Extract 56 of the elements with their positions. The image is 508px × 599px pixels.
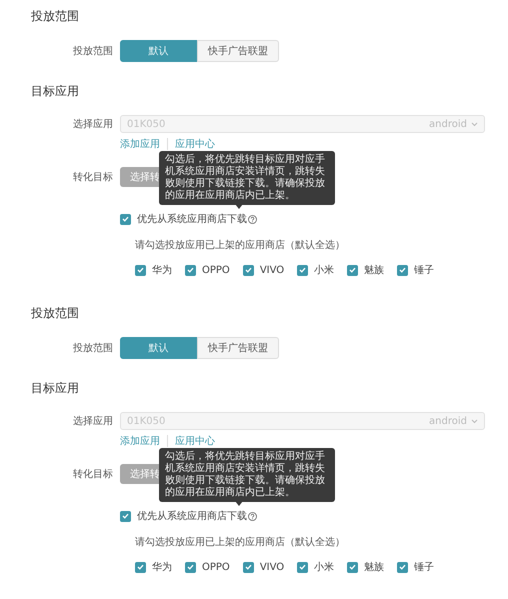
segment-option[interactable]: 快手广告联盟 <box>197 337 279 359</box>
section-title: 投放范围 <box>31 305 80 321</box>
checkbox-label: 小米 <box>314 264 334 277</box>
field-label: 选择应用 <box>72 414 113 428</box>
checkbox-label: 华为 <box>152 560 172 574</box>
checkbox[interactable] <box>185 562 196 572</box>
field-label: 投放范围 <box>72 44 113 58</box>
checkbox[interactable] <box>347 562 358 572</box>
field-label: 转化目标 <box>72 468 113 481</box>
hint-text: 请勾选投放应用已上架的应用商店（默认全选） <box>135 536 345 549</box>
checkbox[interactable] <box>185 264 196 276</box>
segment-option[interactable]: 默认 <box>120 40 197 62</box>
hint-text: 请勾选投放应用已上架的应用商店（默认全选） <box>135 238 345 252</box>
checkbox[interactable] <box>297 264 308 276</box>
field-label: 投放范围 <box>72 342 113 355</box>
field-label: 选择应用 <box>72 118 113 131</box>
checkbox-label: 优先从系统应用商店下载 <box>137 510 247 523</box>
checkbox-label: 优先从系统应用商店下载 <box>137 212 247 226</box>
link[interactable]: 添加应用 <box>120 434 160 448</box>
help-icon[interactable] <box>248 512 257 520</box>
link[interactable]: 应用中心 <box>175 434 215 448</box>
checkbox[interactable] <box>242 562 254 572</box>
field-label: 转化目标 <box>72 170 113 184</box>
section-title: 投放范围 <box>31 8 80 24</box>
checkbox-label: VIVO <box>260 264 284 276</box>
link[interactable]: 添加应用 <box>120 137 160 151</box>
tooltip-arrow-icon <box>235 501 243 506</box>
checkbox[interactable] <box>242 264 254 276</box>
tooltip: 勾选后，将优先跳转目标应用对应手机系统应用商店安装详情页，跳转失败则使用下载链接下载。请确保投放的应用在应用商店内已上架。 <box>159 151 335 205</box>
link[interactable]: 应用中心 <box>175 137 215 151</box>
checkbox-label: OPPO <box>202 562 230 572</box>
checkbox[interactable] <box>120 214 131 224</box>
chevron-down-icon <box>471 418 478 424</box>
tooltip: 勾选后，将优先跳转目标应用对应手机系统应用商店安装详情页，跳转失败则使用下载链接下载。请确保投放的应用在应用商店内已上架。 <box>159 448 335 502</box>
checkbox[interactable] <box>397 562 408 572</box>
checkbox[interactable] <box>397 264 408 276</box>
section-title: 目标应用 <box>31 380 80 396</box>
tooltip-arrow-icon <box>235 204 243 209</box>
checkbox-label: 锤子 <box>414 561 434 574</box>
chevron-down-icon <box>471 122 478 126</box>
help-icon[interactable] <box>248 214 257 224</box>
checkbox[interactable] <box>135 264 146 276</box>
segment-option[interactable]: 快手广告联盟 <box>197 40 279 62</box>
checkbox-label: 小米 <box>314 560 334 574</box>
checkbox[interactable] <box>120 510 131 522</box>
checkbox[interactable] <box>347 264 358 276</box>
checkbox-label: VIVO <box>260 562 284 572</box>
checkbox[interactable] <box>135 562 146 572</box>
checkbox-label: OPPO <box>202 264 230 276</box>
checkbox[interactable] <box>297 562 308 572</box>
checkbox-label: 魅族 <box>364 264 384 277</box>
section-title: 目标应用 <box>31 83 80 99</box>
checkbox-label: 华为 <box>152 264 172 277</box>
checkbox-label: 魅族 <box>364 560 384 574</box>
checkbox-label: 锤子 <box>414 264 434 277</box>
segment-option[interactable]: 默认 <box>120 337 197 359</box>
